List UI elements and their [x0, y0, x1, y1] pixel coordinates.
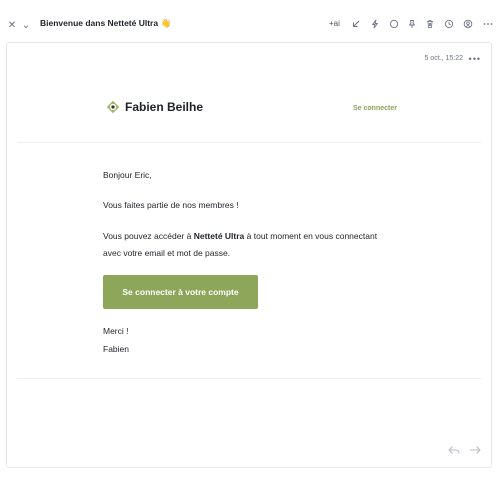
message-date: 5 oct., 15:22	[424, 55, 463, 62]
thanks-text: Merci !	[103, 326, 129, 336]
access-text: Vous pouvez accéder à Netteté Ultra à to…	[103, 231, 377, 241]
member-text: Vous faites partie de nos membres !	[103, 200, 239, 210]
divider	[17, 142, 481, 143]
greeting-text: Bonjour Eric,	[103, 170, 152, 180]
signature-text: Fabien	[103, 344, 129, 354]
login-account-button[interactable]: Se connecter à votre compte	[103, 275, 258, 309]
reply-icon[interactable]	[447, 444, 461, 456]
product-name: Netteté Ultra	[193, 231, 245, 241]
contact-icon[interactable]	[462, 18, 474, 30]
bolt-icon[interactable]	[369, 18, 381, 30]
more-icon[interactable]	[482, 18, 494, 30]
message-more-icon[interactable]: •••	[469, 54, 481, 64]
chevron-down-icon[interactable]: ⌄	[20, 19, 32, 31]
forward-icon[interactable]	[468, 444, 482, 456]
message-card: 5 oct., 15:22 ••• Fabien Beilhe Se conne…	[6, 42, 492, 468]
trash-icon[interactable]	[424, 18, 436, 30]
reply-arrow-icon[interactable]	[350, 18, 362, 30]
brand-header: Fabien Beilhe	[106, 100, 203, 114]
close-icon[interactable]: ✕	[6, 19, 18, 31]
circle-icon[interactable]	[388, 18, 400, 30]
login-link[interactable]: Se connecter	[353, 105, 397, 112]
clock-icon[interactable]	[443, 18, 455, 30]
brand-logo-icon	[106, 100, 120, 114]
access-text-before: Vous pouvez accéder à	[103, 231, 194, 241]
ai-button[interactable]: +ai	[329, 19, 340, 28]
pin-icon[interactable]	[406, 18, 418, 30]
brand-name: Fabien Beilhe	[125, 100, 204, 114]
access-text-line2: avec votre email et mot de passe.	[103, 248, 231, 258]
email-subject: Bienvenue dans Netteté Ultra 👋	[40, 18, 172, 28]
divider	[17, 378, 481, 379]
access-text-after: à tout moment en vous connectant	[244, 231, 378, 241]
email-toolbar: ✕ ⌄ Bienvenue dans Netteté Ultra 👋 +ai	[0, 0, 500, 40]
